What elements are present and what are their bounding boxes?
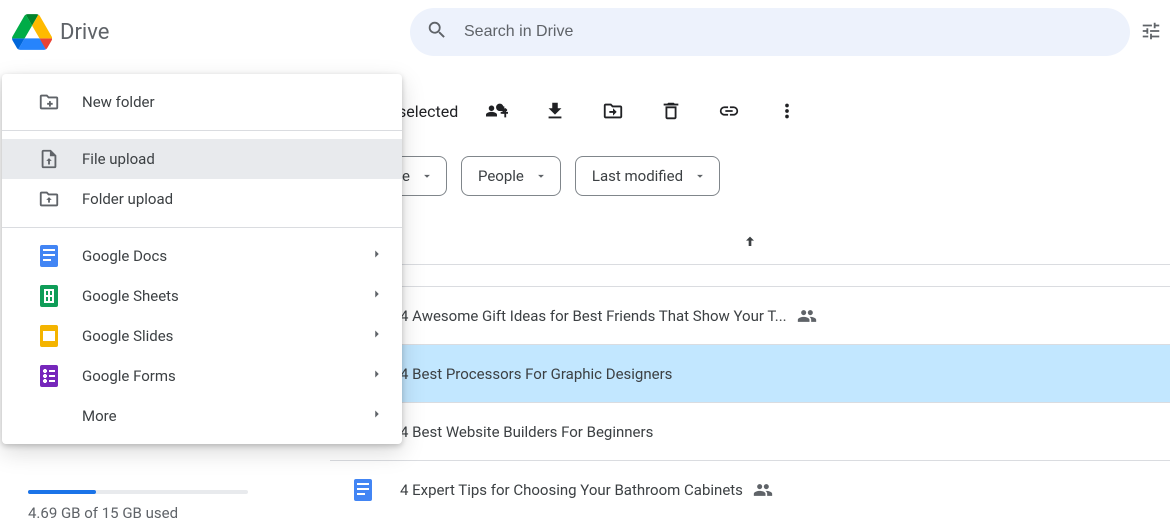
drive-logo-icon <box>12 14 52 50</box>
filter-modified-label: Last modified <box>592 167 683 185</box>
table-row[interactable]: 4 Best Website Builders For Beginnersme <box>330 402 1170 460</box>
filter-type[interactable]: e <box>398 156 447 196</box>
menu-new-folder[interactable]: New folder <box>2 82 402 122</box>
more-icon <box>38 405 60 427</box>
menu-google-forms[interactable]: Google Forms <box>2 356 402 396</box>
new-folder-icon <box>38 91 60 113</box>
caret-down-icon <box>420 169 434 183</box>
new-menu: New folder File upload Folder upload Goo… <box>2 74 402 444</box>
table-row[interactable] <box>330 264 1170 286</box>
menu-google-sheets[interactable]: Google Sheets <box>2 276 402 316</box>
shared-icon <box>753 480 773 500</box>
file-name: 4 Awesome Gift Ideas for Best Friends Th… <box>400 307 787 325</box>
menu-google-slides[interactable]: Google Slides <box>2 316 402 356</box>
google-sheets-icon <box>38 285 60 307</box>
google-slides-icon <box>38 325 60 347</box>
menu-label: More <box>82 407 117 425</box>
sort-arrow-icon[interactable] <box>742 234 758 250</box>
menu-label: Google Sheets <box>82 287 179 305</box>
drive-logo[interactable]: Drive <box>12 14 109 50</box>
storage-bar <box>28 490 248 494</box>
file-name: 4 Best Processors For Graphic Designers <box>400 365 672 383</box>
menu-google-docs[interactable]: Google Docs <box>2 236 402 276</box>
menu-label: File upload <box>82 150 155 168</box>
menu-label: Google Docs <box>82 247 167 265</box>
more-actions-button[interactable] <box>776 100 798 122</box>
google-docs-icon <box>354 479 376 501</box>
tune-icon[interactable] <box>1140 20 1162 46</box>
google-docs-icon <box>38 245 60 267</box>
search-bar[interactable] <box>410 8 1130 56</box>
delete-button[interactable] <box>660 100 682 122</box>
menu-label: Folder upload <box>82 190 173 208</box>
search-icon <box>426 19 464 45</box>
file-upload-icon <box>38 148 60 170</box>
filter-type-label: e <box>402 167 410 185</box>
file-name: 4 Best Website Builders For Beginners <box>400 423 653 441</box>
menu-file-upload[interactable]: File upload <box>2 139 402 179</box>
menu-label: New folder <box>82 93 155 111</box>
selection-count-label: selected <box>398 102 458 121</box>
menu-folder-upload[interactable]: Folder upload <box>2 179 402 219</box>
google-forms-icon <box>38 365 60 387</box>
file-table: Owner 4 Awesome Gift Ideas for Best Frie… <box>330 220 1170 518</box>
chevron-right-icon <box>370 407 384 425</box>
filter-chips: e People Last modified <box>398 156 720 196</box>
table-header: Owner <box>330 220 1170 264</box>
chevron-right-icon <box>370 367 384 385</box>
link-button[interactable] <box>718 100 740 122</box>
menu-label: Google Slides <box>82 327 173 345</box>
chevron-right-icon <box>370 287 384 305</box>
download-button[interactable] <box>544 100 566 122</box>
menu-label: Google Forms <box>82 367 176 385</box>
chevron-right-icon <box>370 327 384 345</box>
storage-text: 4.69 GB of 15 GB used <box>28 504 268 522</box>
app-title: Drive <box>60 20 109 45</box>
filter-people[interactable]: People <box>461 156 561 196</box>
search-input[interactable] <box>464 23 1114 41</box>
caret-down-icon <box>534 169 548 183</box>
shared-icon <box>797 306 817 326</box>
file-name: 4 Expert Tips for Choosing Your Bathroom… <box>400 481 743 499</box>
table-row[interactable]: 4 Awesome Gift Ideas for Best Friends Th… <box>330 286 1170 344</box>
folder-upload-icon <box>38 188 60 210</box>
selection-toolbar: selected <box>398 100 798 122</box>
caret-down-icon <box>693 169 707 183</box>
menu-more[interactable]: More <box>2 396 402 436</box>
table-row[interactable]: 4 Expert Tips for Choosing Your Bathroom… <box>330 460 1170 518</box>
move-button[interactable] <box>602 100 624 122</box>
filter-people-label: People <box>478 167 524 185</box>
table-row[interactable]: 4 Best Processors For Graphic Designersm… <box>330 344 1170 402</box>
share-button[interactable] <box>486 100 508 122</box>
storage-meter: 4.69 GB of 15 GB used <box>28 490 268 522</box>
chevron-right-icon <box>370 247 384 265</box>
filter-modified[interactable]: Last modified <box>575 156 720 196</box>
